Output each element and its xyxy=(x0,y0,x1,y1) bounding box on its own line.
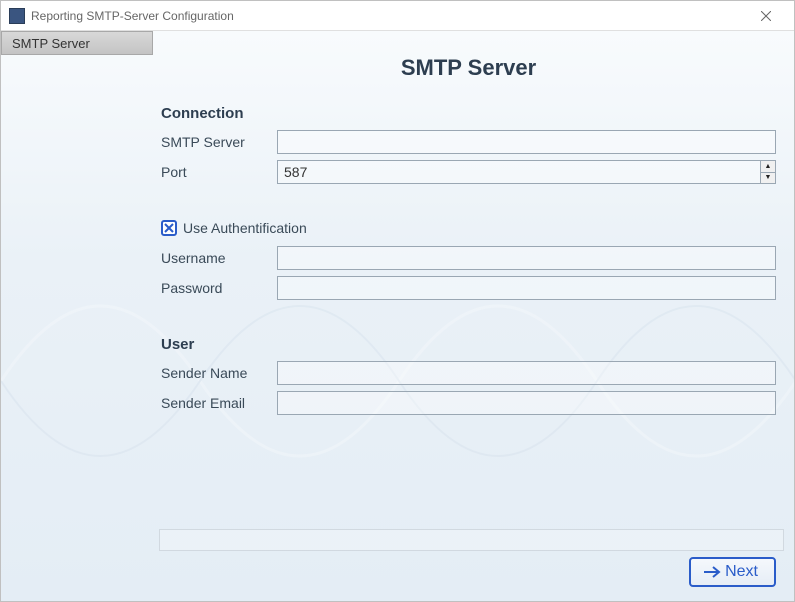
chevron-down-icon: ▼ xyxy=(765,174,772,181)
section-heading-user: User xyxy=(161,336,776,353)
spinner-up-button[interactable]: ▲ xyxy=(761,161,775,173)
label-password: Password xyxy=(161,280,277,296)
input-sender-email[interactable] xyxy=(277,391,776,415)
footer: Next xyxy=(1,543,794,601)
app-icon xyxy=(9,8,25,24)
close-button[interactable] xyxy=(746,2,786,30)
next-button-label: Next xyxy=(725,563,758,581)
row-password: Password xyxy=(161,276,776,300)
input-smtp-server[interactable] xyxy=(277,130,776,154)
label-port: Port xyxy=(161,164,277,180)
arrow-right-icon xyxy=(703,565,721,579)
body: SMTP Server SMTP Server Connection SMTP … xyxy=(1,31,794,601)
label-username: Username xyxy=(161,250,277,266)
spinner-down-button[interactable]: ▼ xyxy=(761,173,775,184)
window-title: Reporting SMTP-Server Configuration xyxy=(31,9,746,23)
close-icon xyxy=(761,11,771,21)
section-heading-connection: Connection xyxy=(161,105,776,122)
checkbox-use-auth[interactable] xyxy=(161,220,177,236)
sidebar-item-label: SMTP Server xyxy=(12,36,90,51)
input-sender-name[interactable] xyxy=(277,361,776,385)
input-username[interactable] xyxy=(277,246,776,270)
label-sender-email: Sender Email xyxy=(161,395,277,411)
spinner-buttons: ▲ ▼ xyxy=(760,160,776,184)
row-port: Port ▲ ▼ xyxy=(161,160,776,184)
sidebar-item-smtp-server[interactable]: SMTP Server xyxy=(1,31,153,55)
row-username: Username xyxy=(161,246,776,270)
page-title: SMTP Server xyxy=(161,55,776,81)
sidebar: SMTP Server xyxy=(1,31,153,601)
input-password[interactable] xyxy=(277,276,776,300)
row-sender-name: Sender Name xyxy=(161,361,776,385)
window: Reporting SMTP-Server Configuration SMTP… xyxy=(0,0,795,602)
row-smtp-server: SMTP Server xyxy=(161,130,776,154)
port-spinner: ▲ ▼ xyxy=(277,160,776,184)
main-panel: SMTP Server Connection SMTP Server Port … xyxy=(153,31,794,601)
titlebar: Reporting SMTP-Server Configuration xyxy=(1,1,794,31)
row-sender-email: Sender Email xyxy=(161,391,776,415)
next-button[interactable]: Next xyxy=(689,557,776,587)
label-sender-name: Sender Name xyxy=(161,365,277,381)
label-smtp-server: SMTP Server xyxy=(161,134,277,150)
chevron-up-icon: ▲ xyxy=(765,163,772,170)
input-port[interactable] xyxy=(277,160,760,184)
x-mark-icon xyxy=(164,223,174,233)
row-use-auth: Use Authentification xyxy=(161,220,776,236)
label-use-auth: Use Authentification xyxy=(183,220,307,236)
